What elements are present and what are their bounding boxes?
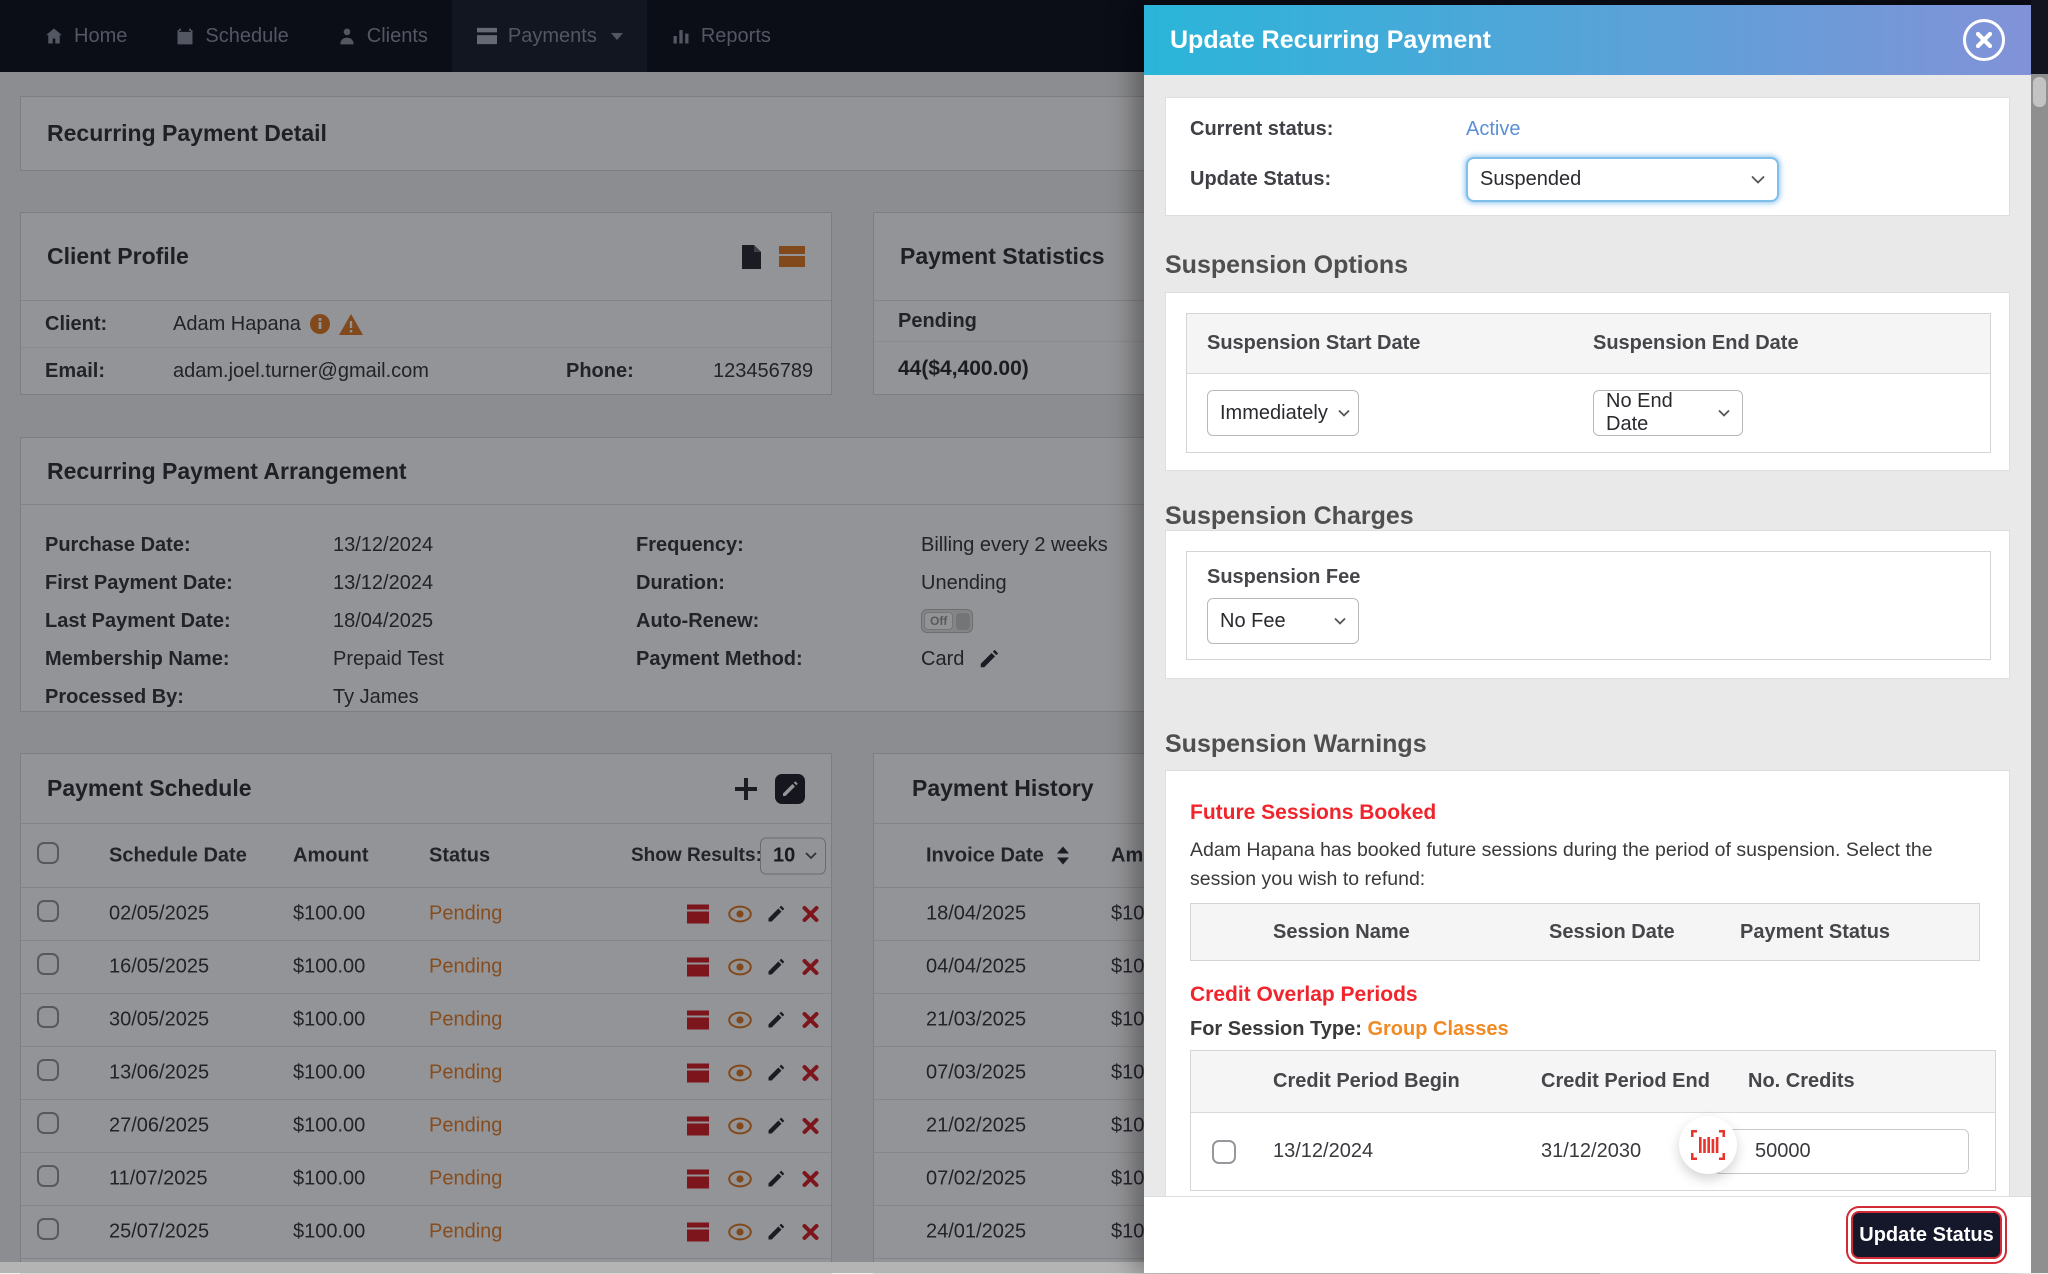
chevron-down-icon (1334, 617, 1346, 625)
modal-body: Current status: Active Update Status: Su… (1144, 75, 2031, 1196)
credits-input[interactable] (1714, 1129, 1969, 1174)
suspension-charges-heading: Suspension Charges (1165, 502, 1414, 530)
barcode-icon (1691, 1130, 1725, 1160)
chevron-down-icon (1718, 409, 1730, 417)
close-button[interactable] (1963, 19, 2005, 61)
sessions-table-header: Session Name Session Date Payment Status (1190, 903, 1980, 961)
session-name-header: Session Name (1273, 920, 1410, 943)
suspension-charges-card: Suspension Fee No Fee (1165, 530, 2010, 679)
scrollbar-top (2031, 0, 2048, 74)
close-icon (1975, 31, 1993, 49)
future-sessions-text: Adam Hapana has booked future sessions d… (1190, 839, 1933, 890)
future-sessions-title: Future Sessions Booked (1190, 801, 1437, 824)
update-status-select[interactable]: Suspended (1466, 157, 1779, 202)
update-status-label: Update Status: (1190, 168, 1332, 190)
vertical-scrollbar[interactable] (2031, 0, 2048, 1273)
suspension-options-heading: Suspension Options (1165, 251, 1409, 279)
credit-overlap-table: Credit Period Begin Credit Period End No… (1190, 1050, 1996, 1191)
modal-title: Update Recurring Payment (1170, 25, 1491, 54)
options-table-header: Suspension Start Date Suspension End Dat… (1187, 314, 1990, 374)
payment-status-header: Payment Status (1740, 920, 1891, 943)
credit-overlap-row: 13/12/2024 31/12/2030 (1191, 1113, 1995, 1190)
session-date-header: Session Date (1549, 920, 1675, 943)
session-type-link[interactable]: Group Classes (1367, 1018, 1508, 1040)
current-status-label: Current status: (1190, 118, 1334, 140)
session-type-line-1: For Session Type: Group Classes (1190, 1018, 1509, 1040)
chevron-down-icon (1751, 175, 1765, 184)
suspension-warnings-heading: Suspension Warnings (1165, 730, 1427, 758)
update-recurring-payment-modal: Update Recurring Payment Current status:… (1144, 5, 2031, 1273)
update-status-button[interactable]: Update Status (1851, 1211, 2002, 1259)
credit-period-begin: 13/12/2024 (1273, 1140, 1374, 1162)
credit-period-begin-header: Credit Period Begin (1273, 1070, 1460, 1092)
modal-footer: Update Status (1144, 1196, 2031, 1273)
suspension-warnings-card: Future Sessions Booked Adam Hapana has b… (1165, 770, 2010, 1196)
suspension-fee-select[interactable]: No Fee (1207, 598, 1359, 644)
credit-period-end-header: Credit Period End (1541, 1070, 1710, 1092)
credit-overlap-title: Credit Overlap Periods (1190, 983, 1418, 1006)
current-status-value: Active (1466, 118, 1521, 140)
suspension-options-card: Suspension Start Date Suspension End Dat… (1165, 292, 2010, 471)
chevron-down-icon (1338, 409, 1350, 417)
suspension-fee-label: Suspension Fee (1207, 566, 1361, 588)
status-card: Current status: Active Update Status: Su… (1165, 97, 2010, 216)
end-date-header: Suspension End Date (1593, 332, 1799, 354)
end-date-select[interactable]: No End Date (1593, 390, 1743, 436)
start-date-select[interactable]: Immediately (1207, 390, 1359, 436)
barcode-cursor (1679, 1116, 1737, 1174)
scrollbar-thumb[interactable] (2033, 77, 2046, 107)
no-credits-header: No. Credits (1748, 1070, 1855, 1092)
start-date-header: Suspension Start Date (1207, 332, 1421, 354)
modal-header: Update Recurring Payment (1144, 5, 2031, 75)
overlap-row-checkbox[interactable] (1212, 1139, 1236, 1164)
